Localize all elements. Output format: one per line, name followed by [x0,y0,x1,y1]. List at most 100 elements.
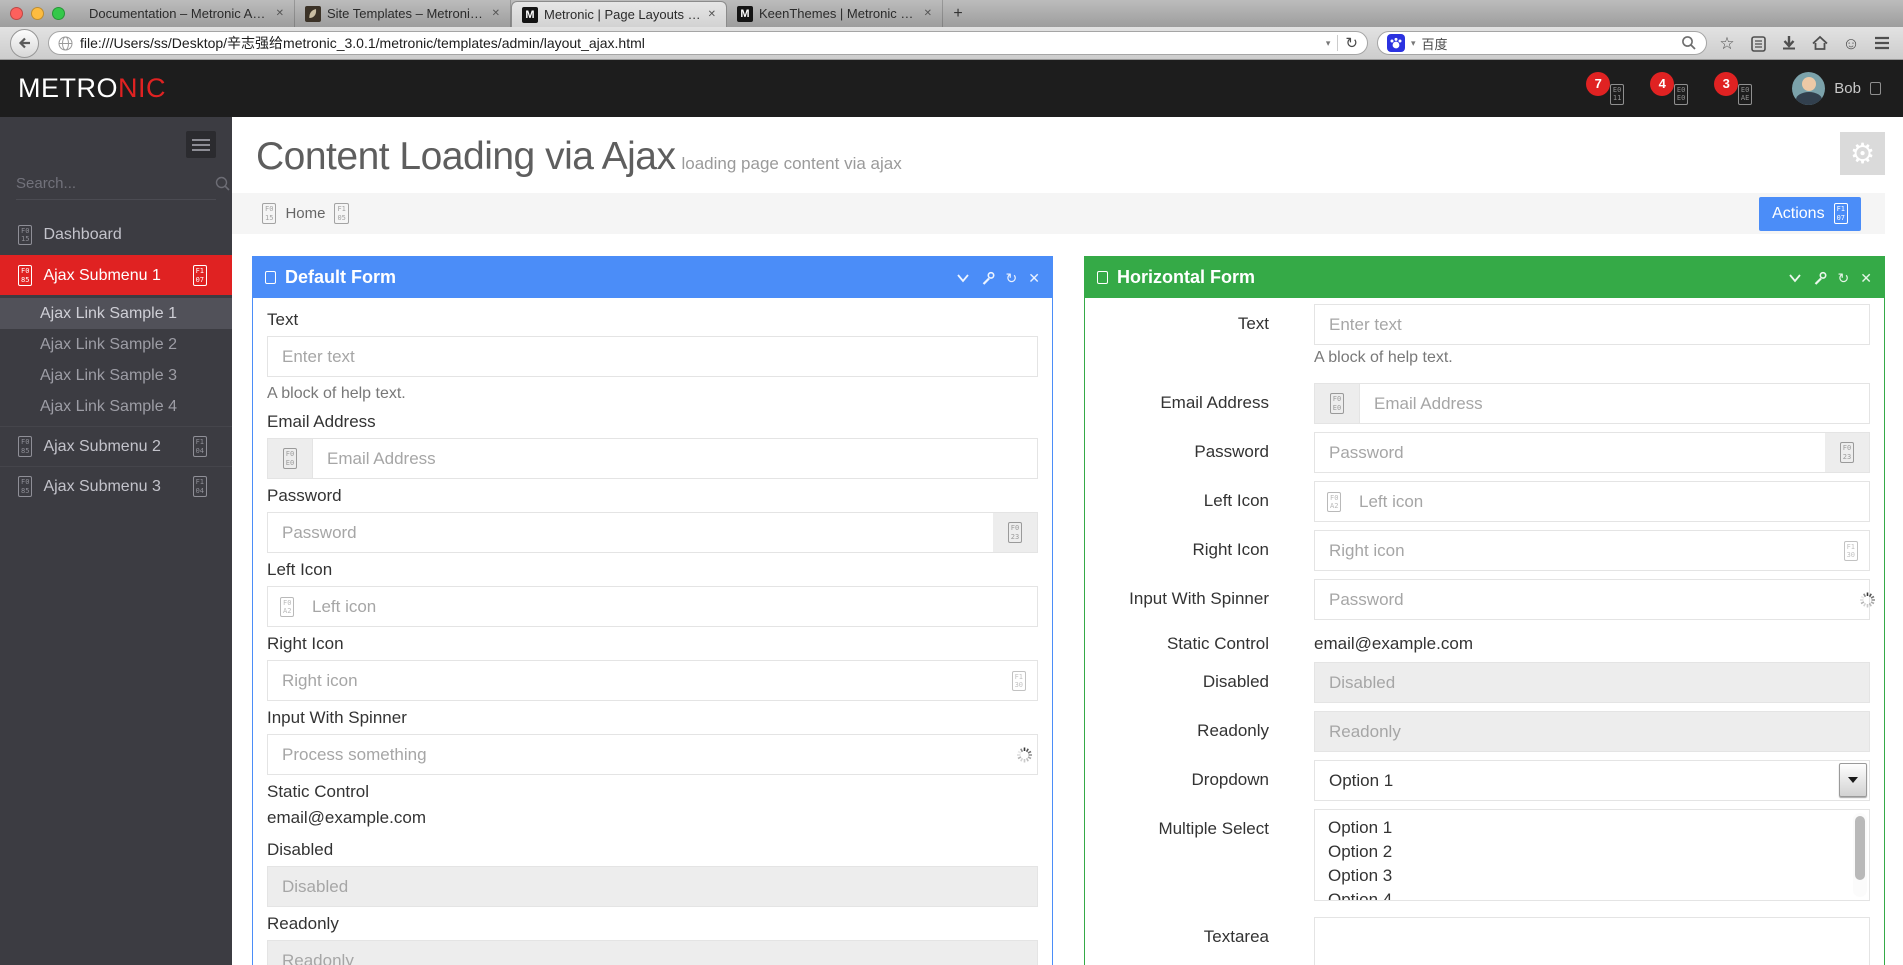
sidebar-search-icon[interactable] [215,176,231,192]
metronic-logo[interactable]: METRONIC [18,73,166,104]
password-input[interactable] [1314,432,1825,473]
left-icon-input[interactable] [1314,481,1870,522]
window-minimize-button[interactable] [31,7,44,20]
sidebar-menu: F0 15 Dashboard F0 85 Ajax Submenu 1 F1 … [0,215,232,506]
portlet-collapse-icon[interactable] [1788,272,1802,284]
right-icon-input[interactable] [267,660,1038,701]
bookmark-star-icon[interactable]: ☆ [1716,32,1738,54]
breadcrumb-home-link[interactable]: Home [285,205,325,222]
window-controls [0,0,79,27]
portlet-config-icon[interactable] [1813,271,1827,285]
text-input[interactable] [267,336,1038,377]
sidebar-item-ajax-submenu-3[interactable]: F0 85 Ajax Submenu 3 F1 04 [0,466,232,506]
bookmarks-menu-icon[interactable] [1747,32,1769,54]
browser-tab-bar: Documentation – Metronic Ad... ✕ Site Te… [0,0,1903,27]
portlet-body: Text A block of help text. Email Address… [253,298,1052,965]
listbox-option[interactable]: Option 1 [1328,816,1869,840]
search-icon[interactable] [1681,35,1697,51]
portlet-config-icon[interactable] [981,271,995,285]
sidebar-item-ajax-link-sample-3[interactable]: Ajax Link Sample 3 [0,360,232,391]
sidebar-item-ajax-link-sample-2[interactable]: Ajax Link Sample 2 [0,329,232,360]
dropdown-arrow-icon [1848,777,1858,788]
breadcrumb-home-icon: F0 15 [262,203,276,223]
email-input[interactable] [1359,383,1870,424]
left-icon-input[interactable] [267,586,1038,627]
divider [1337,35,1338,51]
home-icon[interactable] [1809,32,1831,54]
sidebar-toggle-button[interactable] [186,131,216,158]
reload-button[interactable]: ↻ [1345,36,1358,51]
url-dropdown-icon[interactable]: ▾ [1326,38,1331,49]
portlet-header: Default Form ↻ ✕ [253,257,1052,298]
downloads-icon[interactable] [1778,32,1800,54]
email-input[interactable] [312,438,1038,479]
readonly-label: Readonly [1099,711,1269,752]
tab-close-icon[interactable]: ✕ [924,8,932,19]
textarea-input[interactable] [1314,917,1870,965]
portlet-title-icon [265,271,276,284]
portlet-reload-icon[interactable]: ↻ [1006,271,1018,285]
browser-menu-icon[interactable] [1871,32,1893,54]
spinner-input[interactable] [1314,579,1870,620]
sidebar-item-ajax-link-sample-4[interactable]: Ajax Link Sample 4 [0,391,232,422]
sidebar-item-ajax-link-sample-1[interactable]: Ajax Link Sample 1 [0,298,232,329]
portlet-close-icon[interactable]: ✕ [1028,271,1040,285]
static-control-label: Static Control [1099,628,1269,654]
notification-bell-button[interactable]: E0 11 7 [1586,72,1626,106]
search-bar[interactable]: ▾ 百度 [1377,31,1707,55]
right-icon-label: Right Icon [1099,530,1269,571]
tab-close-icon[interactable]: ✕ [276,8,284,19]
spinner-input[interactable] [267,734,1038,775]
listbox-option[interactable]: Option 4 [1328,888,1869,901]
loading-spinner-icon [1859,591,1876,608]
url-text[interactable]: file:///Users/ss/Desktop/辛志强给metronic_3.… [80,33,1319,53]
sidebar-item-ajax-submenu-2[interactable]: F0 85 Ajax Submenu 2 F1 04 [0,426,232,466]
url-bar[interactable]: file:///Users/ss/Desktop/辛志强给metronic_3.… [48,31,1368,55]
listbox-scrollbar[interactable] [1853,813,1867,897]
tab-documentation[interactable]: Documentation – Metronic Ad... ✕ [79,0,295,27]
sidebar-search-input[interactable] [16,175,215,192]
search-engine-dropdown-icon[interactable]: ▾ [1411,38,1416,49]
portlet-reload-icon[interactable]: ↻ [1838,271,1850,285]
sidebar-item-label: Ajax Link Sample 4 [40,398,177,416]
tab-keenthemes[interactable]: M KeenThemes | Metronic – ... ✕ [727,0,943,27]
disabled-label: Disabled [267,840,1038,860]
new-tab-button[interactable]: + [943,0,973,27]
left-inner-glyph-icon: F0 A2 [1327,491,1341,511]
tab-site-templates[interactable]: Site Templates – Metronic... ✕ [295,0,511,27]
right-icon-input[interactable] [1314,530,1870,571]
dropdown-select[interactable]: Option 1 [1314,760,1870,801]
sidebar-item-label: Ajax Submenu 2 [43,438,160,456]
multiple-select-listbox[interactable]: Option 1 Option 2 Option 3 Option 4 Opti… [1314,809,1870,901]
actions-button[interactable]: Actions F1 07 [1759,197,1861,231]
password-input[interactable] [267,512,993,553]
theme-settings-button[interactable]: ⚙ [1840,132,1885,175]
notification-task-button[interactable]: E0 AE 3 [1714,72,1754,106]
readonly-input [1314,711,1870,752]
text-input[interactable] [1314,304,1870,345]
notification-mail-button[interactable]: E0 E0 4 [1650,72,1690,106]
sidebar-item-ajax-submenu-1[interactable]: F0 85 Ajax Submenu 1 F1 07 [0,255,232,295]
portlet-close-icon[interactable]: ✕ [1860,271,1872,285]
feedback-smiley-icon[interactable]: ☺ [1840,32,1862,54]
back-arrow-icon [17,35,33,51]
window-zoom-button[interactable] [52,7,65,20]
tab-close-icon[interactable]: ✕ [492,8,500,19]
portlet-collapse-icon[interactable] [956,272,970,284]
email-label: Email Address [1099,383,1269,424]
window-close-button[interactable] [10,7,23,20]
multiple-select-label: Multiple Select [1099,809,1269,901]
tab-close-icon[interactable]: ✕ [708,9,716,20]
page-subtitle: loading page content via ajax [681,154,901,173]
sidebar-item-dashboard[interactable]: F0 15 Dashboard [0,215,232,255]
baidu-engine-icon[interactable] [1387,34,1405,52]
back-button[interactable] [10,29,39,58]
dropdown-button[interactable] [1839,763,1867,797]
user-menu[interactable]: Bob [1792,72,1881,105]
listbox-scrollbar-thumb[interactable] [1855,816,1865,880]
listbox-option[interactable]: Option 2 [1328,840,1869,864]
tab-metronic-page-layouts[interactable]: M Metronic | Page Layouts – ... ✕ [511,1,727,27]
listbox-option[interactable]: Option 3 [1328,864,1869,888]
sidebar-search [16,175,216,200]
gears-glyph-icon: F0 85 [18,476,32,496]
